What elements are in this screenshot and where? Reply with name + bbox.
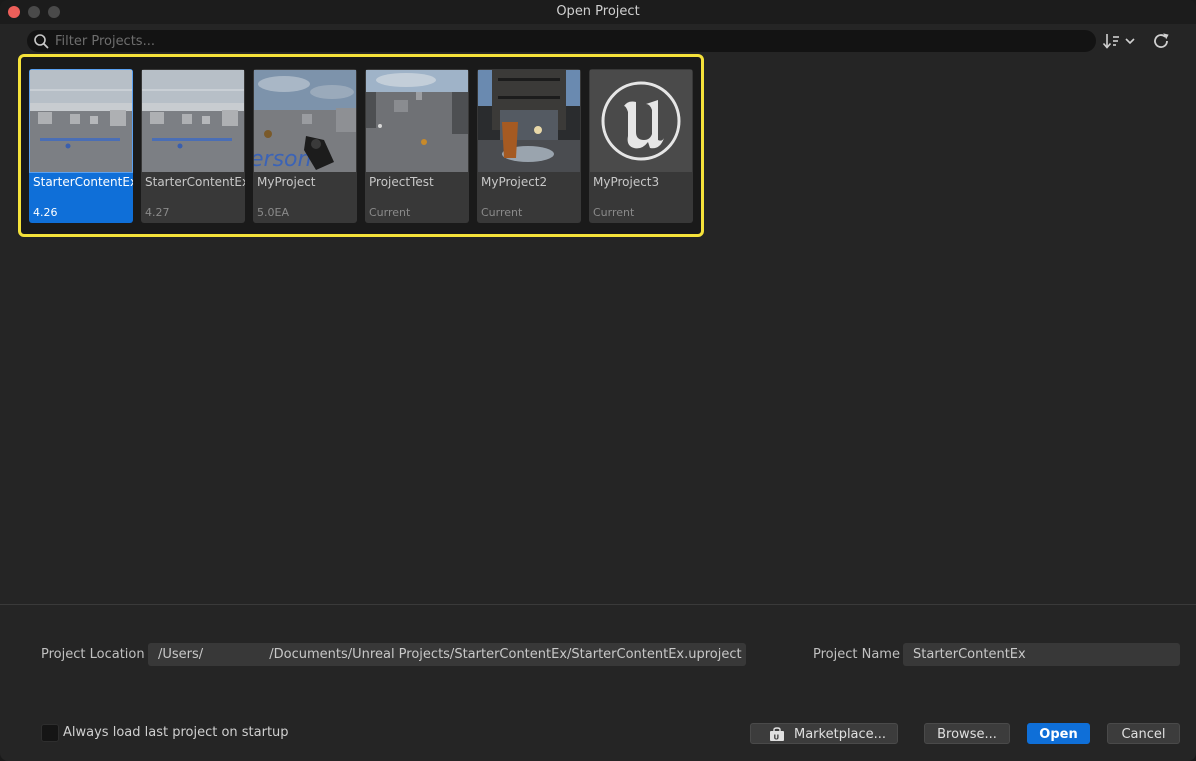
maximize-window-button[interactable] bbox=[48, 6, 60, 18]
project-location-label: Project Location bbox=[41, 647, 145, 662]
minimize-window-button[interactable] bbox=[28, 6, 40, 18]
svg-text:erson: erson bbox=[254, 147, 311, 172]
project-version: Current bbox=[481, 206, 523, 219]
project-location-field[interactable]: /Users/ /Documents/Unreal Projects/Start… bbox=[148, 643, 746, 666]
project-name-label: Project Name bbox=[813, 647, 900, 662]
project-tile[interactable]: StarterContentEx 4.27 bbox=[141, 69, 245, 223]
marketplace-button[interactable]: U Marketplace... bbox=[750, 723, 898, 744]
refresh-icon[interactable] bbox=[1150, 30, 1172, 52]
project-thumbnail: erson bbox=[254, 70, 356, 172]
window-title: Open Project bbox=[556, 4, 640, 19]
close-window-button[interactable] bbox=[8, 6, 20, 18]
browse-button[interactable]: Browse... bbox=[924, 723, 1010, 744]
marketplace-label: Marketplace... bbox=[794, 727, 887, 742]
open-button[interactable]: Open bbox=[1027, 723, 1090, 744]
project-name-field[interactable]: StarterContentEx bbox=[903, 643, 1180, 666]
project-tile[interactable]: MyProject2 Current bbox=[477, 69, 581, 223]
title-bar: Open Project bbox=[0, 0, 1196, 24]
project-thumbnail bbox=[142, 70, 244, 172]
project-tile[interactable]: StarterContentEx 4.26 bbox=[29, 69, 133, 223]
project-name: MyProject bbox=[257, 175, 316, 189]
marketplace-bag-icon: U bbox=[770, 727, 784, 742]
project-version: 4.26 bbox=[33, 206, 58, 219]
project-tile[interactable]: MyProject3 Current bbox=[589, 69, 693, 223]
sort-icon[interactable] bbox=[1102, 31, 1138, 51]
project-name: MyProject2 bbox=[481, 175, 548, 189]
project-name: StarterContentEx bbox=[145, 175, 245, 189]
unreal-logo-icon bbox=[590, 70, 692, 172]
project-name: ProjectTest bbox=[369, 175, 434, 189]
project-grid: StarterContentEx 4.26 StarterContentEx 4… bbox=[18, 54, 704, 237]
project-thumbnail bbox=[29, 69, 133, 173]
project-tile[interactable]: ProjectTest Current bbox=[365, 69, 469, 223]
project-name: StarterContentEx bbox=[33, 175, 133, 189]
project-version: Current bbox=[369, 206, 411, 219]
always-load-checkbox[interactable] bbox=[41, 724, 59, 742]
project-tile[interactable]: erson MyProject 5.0EA bbox=[253, 69, 357, 223]
project-thumbnail bbox=[478, 70, 580, 172]
cancel-button[interactable]: Cancel bbox=[1107, 723, 1180, 744]
project-name: MyProject3 bbox=[593, 175, 660, 189]
project-thumbnail bbox=[366, 70, 468, 172]
project-version: 5.0EA bbox=[257, 206, 289, 219]
search-icon bbox=[34, 34, 49, 49]
project-version: Current bbox=[593, 206, 635, 219]
divider bbox=[0, 604, 1196, 605]
project-version: 4.27 bbox=[145, 206, 170, 219]
open-project-window: Open Project Filter Projects... StarterC… bbox=[0, 0, 1196, 761]
svg-text:U: U bbox=[774, 734, 780, 742]
always-load-label[interactable]: Always load last project on startup bbox=[63, 725, 289, 740]
filter-bar[interactable] bbox=[27, 30, 1096, 52]
filter-projects-input[interactable] bbox=[55, 30, 1085, 52]
